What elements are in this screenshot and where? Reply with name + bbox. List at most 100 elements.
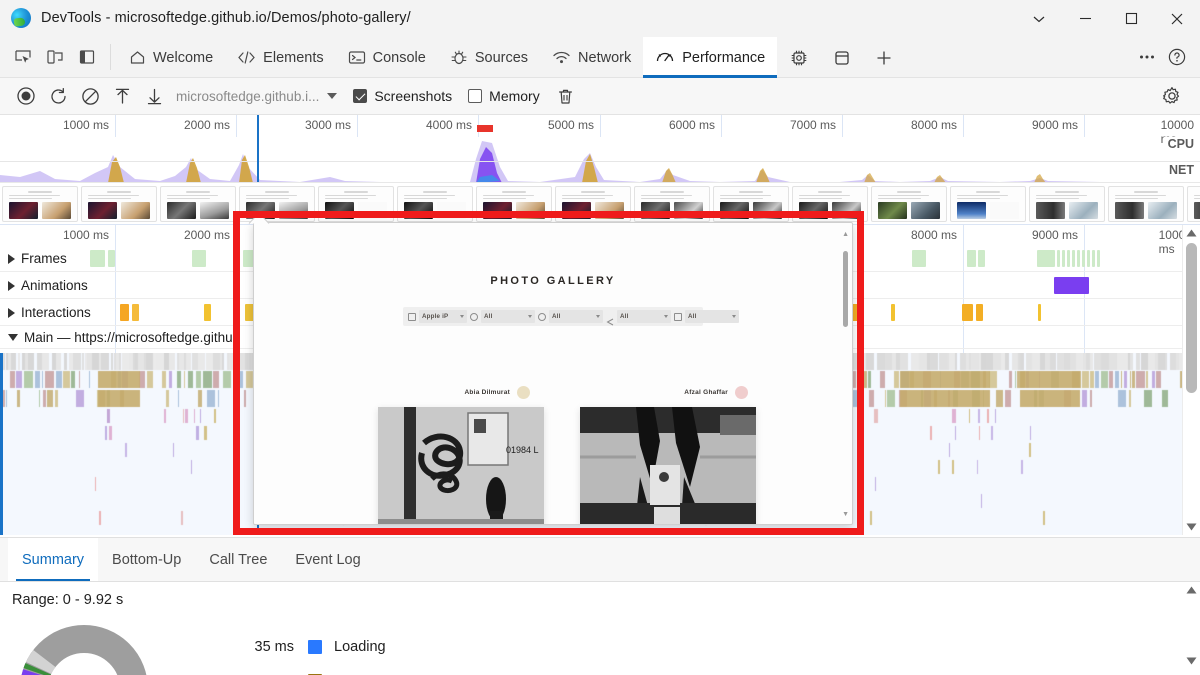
screenshot-preview-popup[interactable]: PHOTO GALLERY Apple iP All All — [253, 222, 853, 525]
minimize-icon[interactable] — [1062, 0, 1108, 37]
filmstrip-frame[interactable] — [81, 186, 157, 222]
upload-arrow-icon[interactable] — [106, 82, 138, 110]
avatar — [735, 386, 748, 399]
photo-image[interactable] — [580, 407, 756, 525]
chevron-right-icon[interactable] — [8, 254, 15, 264]
track-header-animations[interactable]: Animations — [8, 272, 88, 299]
photo-author: Abia Dilmurat — [464, 389, 510, 396]
filmstrip-frame[interactable] — [160, 186, 236, 222]
tab-elements[interactable]: Elements — [225, 37, 335, 78]
filmstrip-frame[interactable] — [950, 186, 1026, 222]
tab-sources[interactable]: Sources — [438, 37, 540, 78]
details-vertical-scrollbar[interactable] — [1182, 582, 1200, 675]
tab-memory[interactable] — [777, 37, 821, 78]
question-circle-icon[interactable] — [1162, 42, 1192, 72]
chevron-down-icon — [732, 315, 736, 318]
filmstrip[interactable] — [0, 183, 1200, 225]
popup-scrollbar[interactable] — [842, 237, 848, 510]
timeline-overview[interactable]: 1000 ms 2000 ms 3000 ms 4000 ms 5000 ms … — [0, 115, 1200, 183]
scroll-down-arrow-icon[interactable]: ▼ — [842, 511, 849, 518]
chevron-right-icon[interactable] — [8, 281, 15, 291]
tab-network[interactable]: Network — [540, 37, 643, 78]
filmstrip-frame[interactable] — [713, 186, 789, 222]
filmstrip-frame[interactable] — [397, 186, 473, 222]
chevron-down-icon — [460, 315, 464, 318]
chevron-down-icon[interactable] — [1016, 0, 1062, 37]
plus-icon — [875, 49, 893, 67]
tab-welcome[interactable]: Welcome — [117, 37, 225, 78]
photo-card[interactable]: Afzal Ghaffar — [570, 386, 770, 525]
record-circle-icon[interactable] — [10, 82, 42, 110]
chevron-down-icon[interactable] — [8, 334, 18, 341]
tab-application[interactable] — [821, 37, 863, 78]
filmstrip-frame[interactable] — [476, 186, 552, 222]
filmstrip-frame[interactable] — [1029, 186, 1105, 222]
flame-vertical-scrollbar[interactable] — [1182, 225, 1200, 535]
profile-selector[interactable]: microsoftedge.github.i... — [176, 89, 337, 104]
tab-performance[interactable]: Performance — [643, 37, 777, 78]
track-header-interactions[interactable]: Interactions — [8, 299, 91, 326]
filter-aperture[interactable]: All — [470, 310, 535, 323]
tab-console[interactable]: Console — [336, 37, 438, 78]
filter-select[interactable]: All — [481, 310, 535, 323]
screenshots-label: Screenshots — [374, 88, 452, 104]
photo-image[interactable]: 01984 L — [378, 407, 544, 525]
filter-focal-length[interactable]: All — [606, 310, 671, 323]
net-divider — [0, 161, 1200, 162]
scroll-down-arrow-icon[interactable] — [1182, 653, 1200, 669]
filter-iso[interactable]: All — [674, 310, 739, 323]
track-header-main[interactable]: Main — https://microsoftedge.githu — [8, 326, 233, 349]
gear-icon[interactable] — [1156, 82, 1188, 110]
range-label: Range: 0 - 9.92 s — [12, 592, 123, 608]
filmstrip-frame[interactable] — [1187, 186, 1200, 222]
track-header-frames[interactable]: Frames — [8, 245, 67, 272]
download-arrow-icon[interactable] — [138, 82, 170, 110]
tab-bottom-up[interactable]: Bottom-Up — [98, 538, 195, 581]
filmstrip-frame[interactable] — [555, 186, 631, 222]
filmstrip-frame[interactable] — [1108, 186, 1184, 222]
filter-value: Apple iP — [422, 313, 448, 320]
filter-select[interactable]: All — [685, 310, 739, 323]
filmstrip-frame[interactable] — [318, 186, 394, 222]
maximize-icon[interactable] — [1108, 0, 1154, 37]
scroll-up-arrow-icon[interactable]: ▲ — [842, 231, 849, 238]
memory-label: Memory — [489, 88, 540, 104]
exposure-icon — [538, 313, 546, 321]
filter-select[interactable]: All — [617, 310, 671, 323]
gallery-filter-bar[interactable]: Apple iP All All — [403, 307, 703, 326]
photo-card[interactable]: Abia Dilmurat 01984 L — [362, 386, 552, 525]
reload-icon[interactable] — [42, 82, 74, 110]
scrollbar-thumb[interactable] — [843, 251, 848, 327]
add-tab-button[interactable] — [863, 37, 905, 78]
scroll-up-arrow-icon[interactable] — [1183, 225, 1200, 241]
filter-select[interactable]: All — [549, 310, 603, 323]
tab-label: Elements — [263, 50, 323, 66]
overview-playhead[interactable] — [257, 115, 259, 183]
trash-icon[interactable] — [550, 82, 582, 110]
filmstrip-frame[interactable] — [634, 186, 710, 222]
tab-event-log[interactable]: Event Log — [281, 538, 374, 581]
ellipsis-icon[interactable] — [1132, 42, 1162, 72]
speedometer-icon — [655, 49, 675, 66]
filter-camera[interactable]: Apple iP — [408, 310, 467, 323]
tab-summary[interactable]: Summary — [8, 538, 98, 581]
filter-select[interactable]: Apple iP — [419, 310, 467, 323]
inspect-cursor-icon[interactable] — [8, 42, 38, 72]
filmstrip-frame[interactable] — [871, 186, 947, 222]
chevron-right-icon[interactable] — [8, 308, 15, 318]
scrollbar-thumb[interactable] — [1186, 243, 1197, 393]
memory-checkbox[interactable]: Memory — [468, 88, 540, 104]
aperture-icon — [470, 313, 478, 321]
close-icon[interactable] — [1154, 0, 1200, 37]
filter-exposure[interactable]: All — [538, 310, 603, 323]
scroll-down-arrow-icon[interactable] — [1183, 519, 1200, 535]
tab-call-tree[interactable]: Call Tree — [195, 538, 281, 581]
overview-tick: 9000 ms — [1032, 118, 1082, 132]
dock-panel-icon[interactable] — [72, 42, 102, 72]
filmstrip-frame[interactable] — [2, 186, 78, 222]
no-entry-icon[interactable] — [74, 82, 106, 110]
screenshots-checkbox[interactable]: Screenshots — [353, 88, 452, 104]
scroll-up-arrow-icon[interactable] — [1182, 582, 1200, 598]
filmstrip-frame[interactable] — [792, 186, 868, 222]
device-toggle-icon[interactable] — [40, 42, 70, 72]
